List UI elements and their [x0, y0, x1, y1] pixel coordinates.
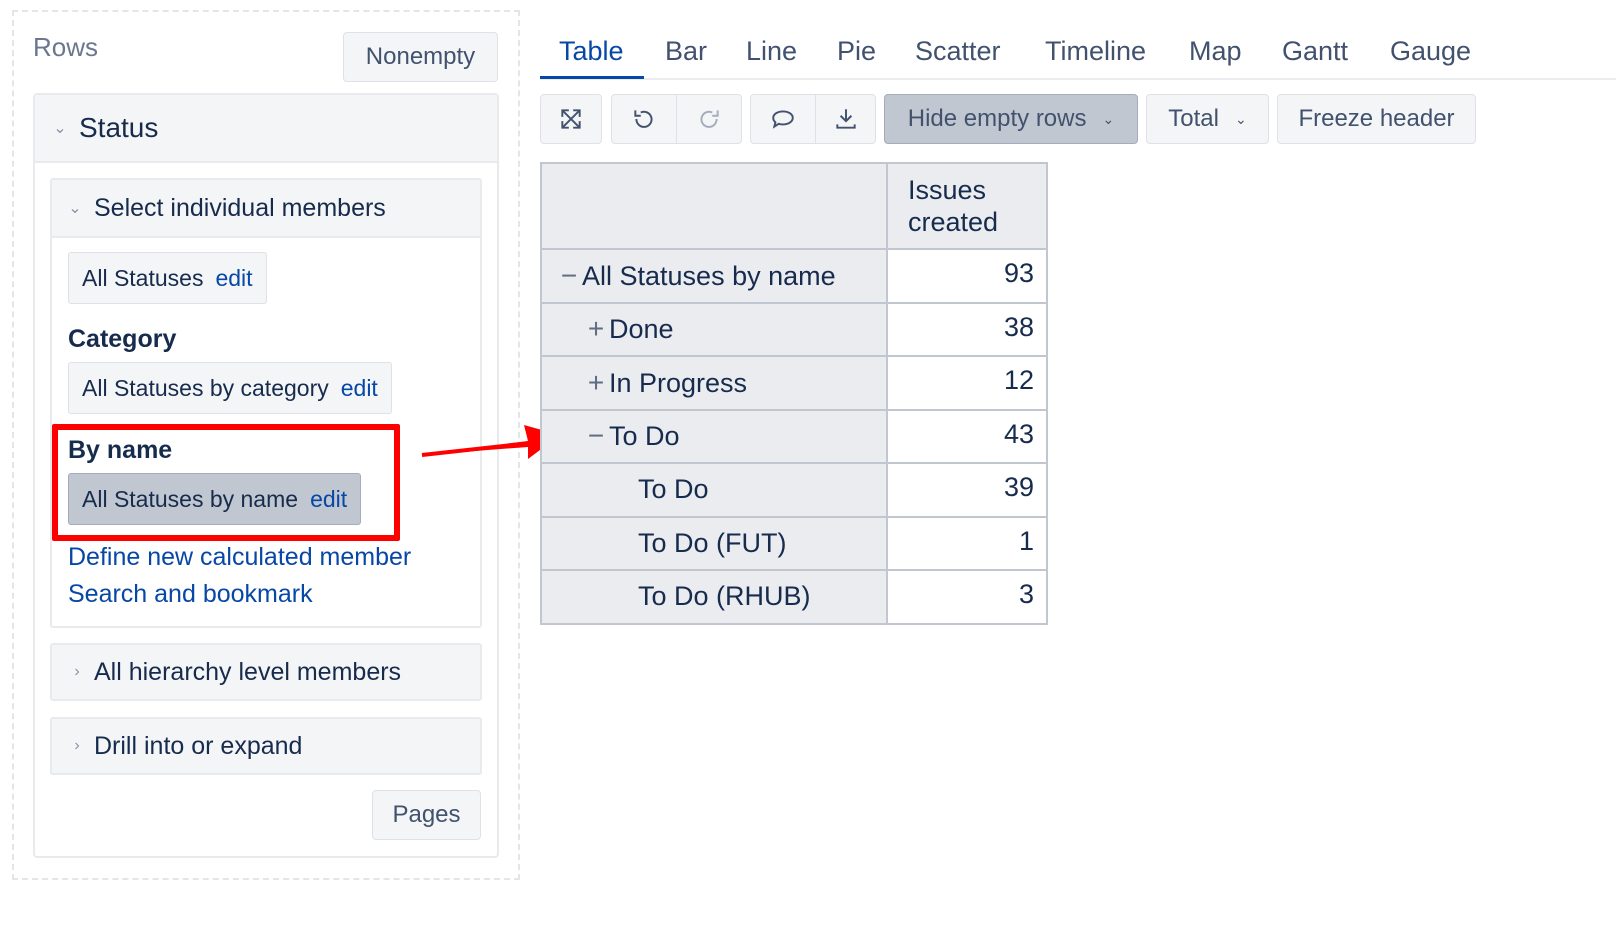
tab-map[interactable]: Map: [1189, 36, 1242, 67]
chevron-right-icon: ›: [74, 737, 80, 754]
freeze-header-button[interactable]: Freeze header: [1277, 94, 1476, 144]
pages-button[interactable]: Pages: [372, 790, 481, 840]
expand-button[interactable]: [540, 94, 602, 144]
expand-plus-icon[interactable]: +: [583, 313, 609, 345]
edit-link[interactable]: edit: [215, 265, 252, 292]
total-label: Total: [1168, 105, 1219, 132]
tab-gantt[interactable]: Gantt: [1282, 36, 1348, 67]
total-dropdown[interactable]: Total ⌄: [1146, 94, 1269, 144]
chart-type-tabs: Table Bar Line Pie Scatter Timeline Map …: [540, 22, 1616, 80]
redo-button[interactable]: [676, 94, 742, 144]
undo-icon: [634, 110, 653, 128]
cell-value: 39: [886, 462, 1048, 518]
download-icon: [835, 109, 856, 129]
category-chip[interactable]: All Statuses by category edit: [68, 362, 392, 414]
select-members-header[interactable]: ⌄ Select individual members: [52, 180, 480, 238]
comment-icon: [772, 110, 794, 129]
redo-icon: [700, 110, 719, 128]
chip-label: All Statuses: [82, 264, 204, 291]
header-row: Issues created: [540, 162, 1048, 250]
section-title: Drill into or expand: [94, 731, 303, 760]
edit-link[interactable]: edit: [341, 375, 378, 402]
expand-plus-icon[interactable]: +: [583, 367, 609, 399]
chevron-down-icon: ⌄: [68, 200, 82, 217]
table-row: − To Do 43: [540, 408, 1048, 464]
tab-bar[interactable]: Bar: [665, 36, 707, 67]
table-row: − All Statuses by name 93: [540, 248, 1048, 304]
search-bookmark-link[interactable]: Search and bookmark: [68, 580, 313, 609]
column-header-line: Issues: [908, 175, 987, 205]
row-header[interactable]: To Do: [540, 462, 888, 518]
all-hierarchy-level-members-section[interactable]: › All hierarchy level members: [50, 643, 482, 701]
tab-pie[interactable]: Pie: [837, 36, 876, 67]
row-header[interactable]: − All Statuses by name: [540, 248, 888, 304]
row-label: All Statuses by name: [582, 260, 836, 291]
chevron-down-icon: ⌄: [1234, 110, 1247, 127]
nonempty-button[interactable]: Nonempty: [343, 32, 498, 82]
row-header[interactable]: + Done: [540, 301, 888, 357]
collapse-icon[interactable]: −: [556, 260, 582, 292]
cell-value: 3: [886, 569, 1048, 625]
table-row: To Do 39: [540, 462, 1048, 518]
corner-cell: [540, 162, 888, 250]
category-label: Category: [68, 325, 177, 353]
table-row: To Do (FUT) 1: [540, 515, 1048, 571]
collapse-icon[interactable]: −: [583, 420, 609, 452]
download-button[interactable]: [815, 94, 876, 144]
highlight-box: [52, 424, 400, 541]
cell-value: 12: [886, 355, 1048, 411]
row-label: To Do (FUT): [638, 527, 787, 558]
tab-gauge[interactable]: Gauge: [1390, 36, 1471, 67]
hide-empty-rows-dropdown[interactable]: Hide empty rows ⌄: [884, 94, 1138, 144]
column-header-issues-created[interactable]: Issues created: [886, 162, 1048, 250]
row-label: To Do: [638, 474, 709, 505]
section-title: All hierarchy level members: [94, 657, 402, 686]
tab-timeline[interactable]: Timeline: [1045, 36, 1146, 67]
cell-value: 43: [886, 408, 1048, 464]
active-tab-indicator: [540, 76, 644, 79]
status-title: Status: [79, 112, 159, 143]
chevron-down-icon: ⌄: [1102, 110, 1115, 127]
column-header-line: created: [908, 207, 999, 237]
row-header[interactable]: + In Progress: [540, 355, 888, 411]
chevron-right-icon: ›: [74, 663, 80, 680]
status-header[interactable]: ⌄ Status: [35, 95, 497, 163]
all-statuses-chip[interactable]: All Statuses edit: [68, 252, 267, 304]
cell-value: 93: [886, 248, 1048, 304]
drill-into-expand-section[interactable]: › Drill into or expand: [50, 717, 482, 775]
define-calculated-member-link[interactable]: Define new calculated member: [68, 543, 411, 572]
chevron-down-icon: ⌄: [53, 120, 67, 137]
tab-line[interactable]: Line: [746, 36, 797, 67]
row-label: To Do: [609, 421, 680, 452]
row-label: Done: [609, 314, 674, 345]
hide-empty-rows-label: Hide empty rows: [907, 105, 1087, 132]
chip-label: All Statuses by category: [82, 374, 329, 401]
row-header[interactable]: − To Do: [540, 408, 888, 464]
table-row: + In Progress 12: [540, 355, 1048, 411]
row-label: In Progress: [609, 367, 748, 398]
table-row: To Do (RHUB) 3: [540, 569, 1048, 625]
table-row: + Done 38: [540, 301, 1048, 357]
row-header[interactable]: To Do (FUT): [540, 515, 888, 571]
comment-button[interactable]: [750, 94, 816, 144]
tab-table[interactable]: Table: [559, 36, 624, 67]
expand-icon: [561, 109, 581, 129]
select-members-title: Select individual members: [94, 193, 386, 222]
cell-value: 1: [886, 515, 1048, 571]
cell-value: 38: [886, 301, 1048, 357]
row-label: To Do (RHUB): [638, 581, 811, 612]
tab-scatter[interactable]: Scatter: [915, 36, 1001, 67]
undo-button[interactable]: [611, 94, 677, 144]
freeze-header-label: Freeze header: [1298, 105, 1455, 132]
row-header[interactable]: To Do (RHUB): [540, 569, 888, 625]
rows-title: Rows: [33, 32, 99, 62]
report-table: Issues created − All Statuses by name 93 …: [540, 162, 1048, 625]
